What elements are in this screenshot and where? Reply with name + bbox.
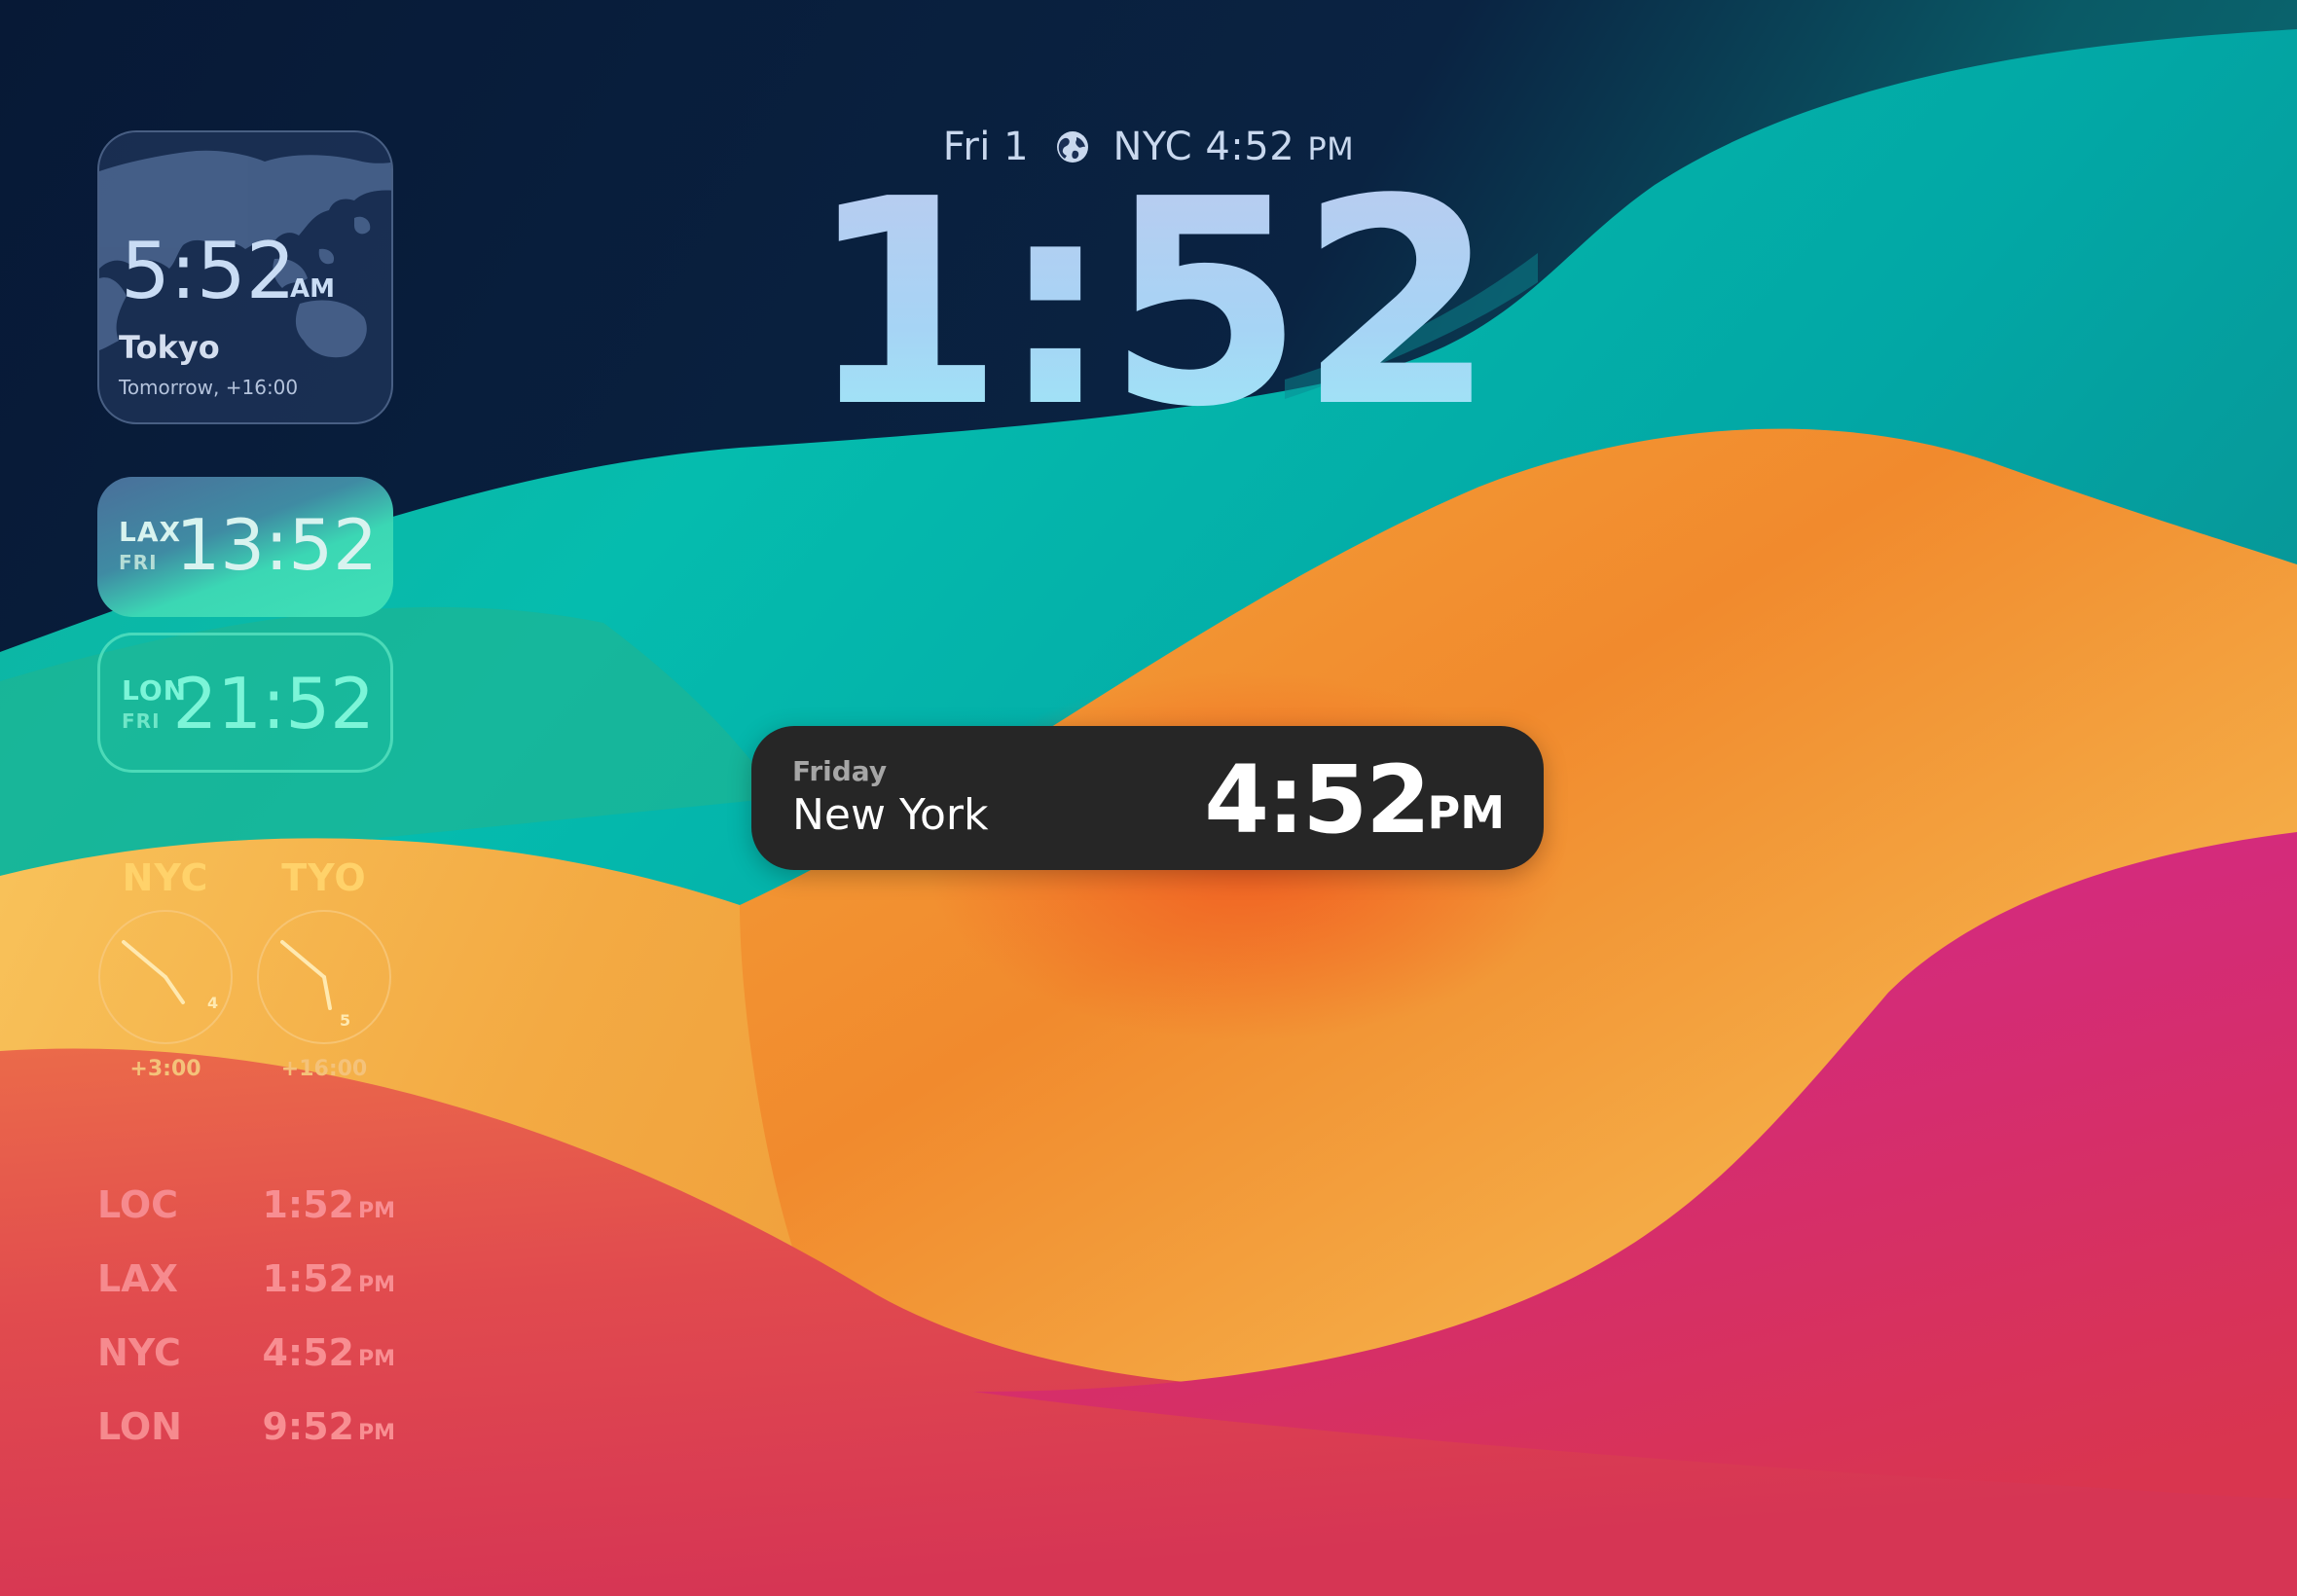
list-item-time: 4:52 PM [262,1331,395,1374]
list-item-code: LON [97,1405,182,1448]
nyc-offset-label: +3:00 [129,1057,201,1081]
list-item-time: 1:52 PM [262,1257,395,1300]
nyc-hour-marker: 4 [207,994,218,1012]
tyo-clock-label: TYO [281,856,367,899]
nyc-clock-face: 4 [98,910,233,1044]
lax-day-label: FRI [119,551,158,574]
list-item: LON 9:52 PM [97,1399,395,1473]
list-item: LOC 1:52 PM [97,1178,395,1251]
tyo-hour-hand [322,975,332,1010]
lon-day-label: FRI [122,709,161,733]
tyo-hour-marker: 5 [340,1011,350,1030]
lax-clock-widget[interactable]: LAX FRI 13:52 [97,477,393,617]
lax-city-code: LAX [119,516,182,548]
list-item-time: 1:52 PM [262,1183,395,1226]
tokyo-city-name: Tokyo [119,329,220,366]
lon-clock-widget[interactable]: LON FRI 21:52 [97,633,393,773]
tyo-clock-face: 5 [257,910,391,1044]
tokyo-ampm: AM [290,274,335,304]
live-activity-time: 4:52 [1204,745,1431,854]
lax-time: 13:52 [175,504,379,586]
live-activity-ampm: PM [1427,786,1506,839]
tokyo-world-clock-widget[interactable]: 5:52 AM Tokyo Tomorrow, +16:00 [97,130,393,424]
live-activity-day: Friday [792,755,888,787]
list-item: NYC 4:52 PM [97,1325,395,1399]
list-item-code: LAX [97,1257,178,1300]
list-item-time: 9:52 PM [262,1405,395,1448]
tokyo-offset-subtitle: Tomorrow, +16:00 [119,376,299,399]
list-item: LAX 1:52 PM [97,1251,395,1325]
world-time-list-widget[interactable]: LOC 1:52 PM LAX 1:52 PM NYC 4:52 PM LON 9:5… [97,1178,395,1473]
tyo-analog-clock-widget[interactable]: TYO 5 +16:00 [254,856,394,1081]
tyo-minute-hand [280,940,326,979]
nyc-hour-hand [164,975,185,1004]
nyc-analog-clock-widget[interactable]: NYC 4 +3:00 [95,856,236,1081]
nyc-clock-label: NYC [122,856,209,899]
list-item-code: NYC [97,1331,181,1374]
nyc-minute-hand [122,940,167,979]
tokyo-time: 5:52 [121,226,296,316]
list-item-code: LOC [97,1183,179,1226]
live-activity-city: New York [792,790,989,840]
lon-time: 21:52 [172,663,376,744]
tyo-offset-label: +16:00 [280,1057,368,1081]
live-activity-pill[interactable]: Friday New York 4:52 PM [751,726,1544,870]
